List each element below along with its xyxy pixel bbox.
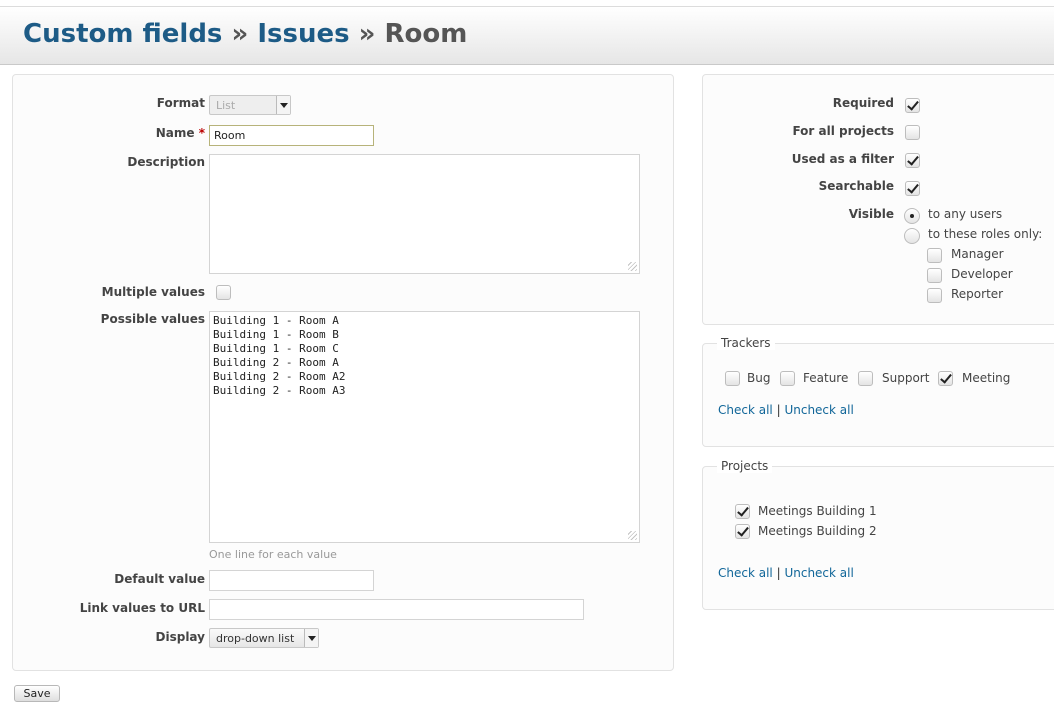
link-divider: | <box>776 566 781 580</box>
required-mark: * <box>198 126 205 140</box>
breadcrumb-current: Room <box>384 19 468 49</box>
display-select[interactable]: drop-down list <box>209 628 319 648</box>
options-box: Required For all projects Used as a filt… <box>702 74 1054 325</box>
required-label: Required <box>832 96 894 110</box>
name-label: Name * <box>156 126 205 140</box>
breadcrumb-custom-fields[interactable]: Custom fields <box>23 19 222 49</box>
default-value-label: Default value <box>114 572 205 586</box>
role-developer-checkbox[interactable] <box>927 268 942 283</box>
display-label: Display <box>155 630 205 644</box>
format-select: List <box>209 95 291 115</box>
tracker-support-checkbox[interactable] <box>858 371 873 386</box>
tracker-support-label: Support <box>882 371 930 385</box>
used-as-filter-checkbox[interactable] <box>905 153 920 168</box>
link-url-input[interactable] <box>209 599 584 620</box>
project-meetings-building-1-checkbox[interactable] <box>735 504 750 519</box>
trackers-links: Check all | Uncheck all <box>718 403 854 417</box>
role-reporter-label: Reporter <box>951 287 1004 301</box>
tracker-feature-checkbox[interactable] <box>780 371 795 386</box>
custom-field-form: Format Name * Description Multiple value… <box>12 74 674 671</box>
possible-values-hint: One line for each value <box>209 548 337 561</box>
multiple-values-label: Multiple values <box>101 285 205 299</box>
tracker-meeting-checkbox[interactable] <box>938 371 953 386</box>
used-as-filter-label: Used as a filter <box>791 152 894 166</box>
possible-values-text: Building 1 - Room A Building 1 - Room B … <box>213 314 346 397</box>
chevron-down-icon <box>276 96 290 114</box>
tracker-meeting-label: Meeting <box>962 371 1011 385</box>
display-value: drop-down list <box>216 632 295 645</box>
description-label: Description <box>127 155 205 169</box>
searchable-checkbox[interactable] <box>905 181 920 196</box>
link-divider: | <box>776 403 781 417</box>
possible-values-textarea[interactable]: Building 1 - Room A Building 1 - Room B … <box>209 311 640 543</box>
link-url-label: Link values to URL <box>79 601 205 615</box>
tracker-bug-label: Bug <box>747 371 771 385</box>
visible-roles-radio[interactable] <box>904 228 920 244</box>
for-all-projects-label: For all projects <box>792 124 894 138</box>
default-value-input[interactable] <box>209 570 374 591</box>
searchable-label: Searchable <box>818 179 894 193</box>
role-reporter-checkbox[interactable] <box>927 288 942 303</box>
breadcrumb-separator: » <box>358 19 376 49</box>
resize-grip-icon[interactable] <box>628 262 637 271</box>
format-label: Format <box>156 96 205 110</box>
project-meetings-building-1-label: Meetings Building 1 <box>758 504 877 518</box>
visible-any-users-label: to any users <box>928 207 1003 221</box>
projects-uncheck-all-link[interactable]: Uncheck all <box>784 566 853 580</box>
project-meetings-building-2-label: Meetings Building 2 <box>758 524 877 538</box>
projects-links: Check all | Uncheck all <box>718 566 854 580</box>
trackers-uncheck-all-link[interactable]: Uncheck all <box>784 403 853 417</box>
chevron-down-icon <box>304 629 318 647</box>
tracker-bug-checkbox[interactable] <box>725 371 740 386</box>
name-label-text: Name <box>155 126 195 140</box>
multiple-values-checkbox[interactable] <box>216 285 231 300</box>
projects-check-all-link[interactable]: Check all <box>718 566 773 580</box>
role-developer-label: Developer <box>951 267 1013 281</box>
format-value: List <box>216 99 236 112</box>
project-meetings-building-2-checkbox[interactable] <box>735 524 750 539</box>
trackers-fieldset: Trackers Bug Feature Support Meeting Che… <box>702 336 1054 447</box>
projects-fieldset: Projects Meetings Building 1 Meetings Bu… <box>702 459 1054 610</box>
breadcrumb-issues[interactable]: Issues <box>257 19 349 49</box>
role-manager-label: Manager <box>951 247 1004 261</box>
breadcrumb-separator: » <box>231 19 249 49</box>
trackers-check-all-link[interactable]: Check all <box>718 403 773 417</box>
possible-values-label: Possible values <box>100 312 205 326</box>
visible-label: Visible <box>848 207 894 221</box>
visible-any-users-radio[interactable] <box>904 208 920 224</box>
for-all-projects-checkbox[interactable] <box>905 125 920 140</box>
save-button[interactable]: Save <box>14 685 60 702</box>
tracker-feature-label: Feature <box>803 371 849 385</box>
page-header: Custom fields » Issues » Room <box>0 6 1054 65</box>
role-manager-checkbox[interactable] <box>927 248 942 263</box>
required-checkbox[interactable] <box>905 98 920 113</box>
projects-legend: Projects <box>717 459 773 473</box>
visible-roles-label: to these roles only: <box>928 227 1043 241</box>
description-textarea[interactable] <box>209 154 640 274</box>
name-input[interactable]: Room <box>209 125 374 146</box>
trackers-legend: Trackers <box>717 336 775 350</box>
page-title: Custom fields » Issues » Room <box>23 19 467 49</box>
name-value: Room <box>214 129 246 142</box>
resize-grip-icon[interactable] <box>628 531 637 540</box>
label-column: Format Name * Description Multiple value… <box>13 75 205 670</box>
